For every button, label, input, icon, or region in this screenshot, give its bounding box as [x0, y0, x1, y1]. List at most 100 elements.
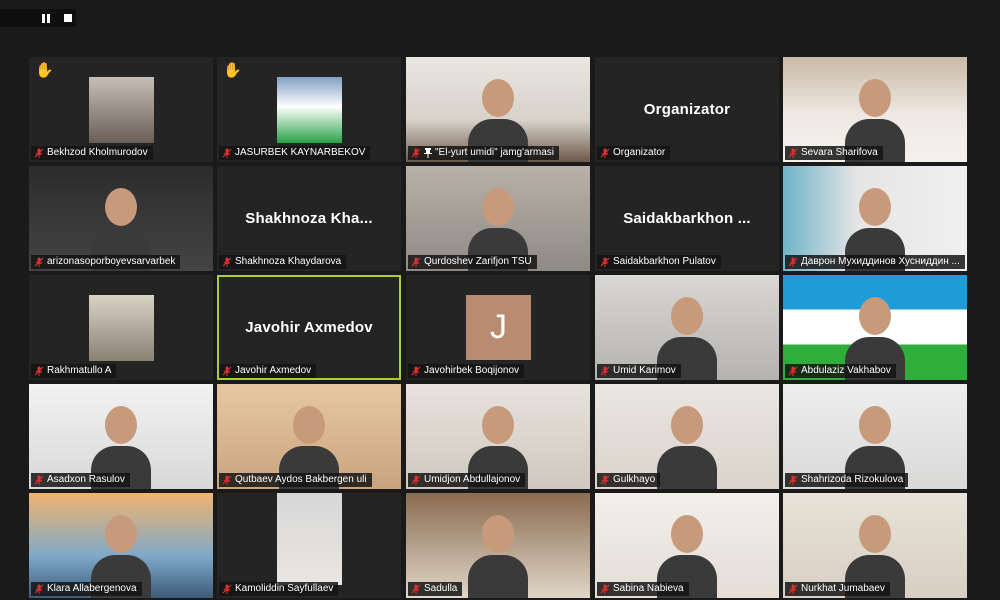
raised-hand-icon: ✋	[35, 62, 54, 79]
participant-name-label: arizonasoporboyevsarvarbek	[31, 255, 181, 269]
participant-name: Asadxon Rasulov	[47, 474, 125, 485]
participant-tile[interactable]: ✋ Bekhzod Kholmurodov	[29, 57, 213, 162]
muted-mic-icon	[222, 366, 232, 376]
muted-mic-icon	[34, 475, 44, 485]
participant-tile[interactable]: Gulkhayo	[595, 384, 779, 489]
muted-mic-icon	[600, 584, 610, 594]
participant-tile[interactable]: Nurkhat Jumabaev	[783, 493, 967, 598]
participant-tile[interactable]: Sabina Nabieva	[595, 493, 779, 598]
participant-name: Shakhnoza Khaydarova	[235, 256, 342, 267]
participant-name-label: "El-yurt umidi" jamg'armasi	[408, 146, 560, 160]
participant-name-label: Umid Karimov	[597, 364, 681, 378]
pause-icon[interactable]	[42, 14, 50, 23]
participant-tile[interactable]: Abdulaziz Vakhabov	[783, 275, 967, 380]
participant-name: Shahrizoda Rizokulova	[801, 474, 904, 485]
participant-name: Bekhzod Kholmurodov	[47, 147, 148, 158]
participant-tile[interactable]: "El-yurt umidi" jamg'armasi	[406, 57, 590, 162]
participant-name-label: Klara Allabergenova	[31, 582, 142, 596]
participant-name: "El-yurt umidi" jamg'armasi	[435, 147, 555, 158]
muted-mic-icon	[788, 584, 798, 594]
participant-name: Javohir Axmedov	[235, 365, 312, 376]
participant-tile[interactable]: Sevara Sharifova	[783, 57, 967, 162]
participant-gallery: ✋ Bekhzod Kholmurodov ✋ JASURBEK KAYNARBEKO…	[29, 57, 969, 600]
participant-name-label: Gulkhayo	[597, 473, 661, 487]
muted-mic-icon	[600, 148, 610, 158]
participant-tile[interactable]: Umid Karimov	[595, 275, 779, 380]
participant-video	[468, 515, 528, 598]
participant-video	[657, 406, 717, 489]
participant-tile[interactable]: Umidjon Abdullajonov	[406, 384, 590, 489]
muted-mic-icon	[222, 584, 232, 594]
muted-mic-icon	[600, 475, 610, 485]
pin-icon	[424, 148, 432, 158]
muted-mic-icon	[600, 257, 610, 267]
muted-mic-icon	[34, 257, 44, 267]
participant-name: Sabina Nabieva	[613, 583, 684, 594]
participant-tile[interactable]: Javohir Axmedov Javohir Axmedov	[217, 275, 401, 380]
profile-photo	[277, 493, 342, 585]
participant-tile[interactable]: Qurdoshev Zarifjon TSU	[406, 166, 590, 271]
recording-controls	[0, 9, 76, 27]
muted-mic-icon	[222, 475, 232, 485]
participant-name-label: Abdulaziz Vakhabov	[785, 364, 896, 378]
participant-tile[interactable]: Klara Allabergenova	[29, 493, 213, 598]
participant-name: Sevara Sharifova	[801, 147, 878, 158]
stop-icon[interactable]	[64, 14, 72, 22]
raised-hand-icon: ✋	[223, 62, 242, 79]
participant-tile[interactable]: J Javohirbek Boqijonov	[406, 275, 590, 380]
participant-name-label: Qutbaev Aydos Bakbergen uli	[219, 473, 372, 487]
profile-photo	[89, 295, 154, 361]
participant-name: Umidjon Abdullajonov	[424, 474, 521, 485]
participant-name: Qurdoshev Zarifjon TSU	[424, 256, 532, 267]
muted-mic-icon	[411, 257, 421, 267]
participant-name: Sadulla	[424, 583, 458, 594]
participant-name-label: Organizator	[597, 146, 671, 160]
participant-name-label: Umidjon Abdullajonov	[408, 473, 526, 487]
muted-mic-icon	[411, 475, 421, 485]
participant-tile[interactable]: Shakhnoza Kha... Shakhnoza Khaydarova	[217, 166, 401, 271]
muted-mic-icon	[788, 366, 798, 376]
participant-name: Kamoliddin Sayfullaev	[235, 583, 334, 594]
participant-name: Javohirbek Boqijonov	[424, 365, 520, 376]
participant-name: Даврон Мухиддинов Хусниддин ...	[801, 256, 960, 267]
participant-name: Rakhmatullo A	[47, 365, 112, 376]
profile-photo	[277, 77, 342, 143]
participant-name-label: Sadulla	[408, 582, 463, 596]
participant-name-label: Shahrizoda Rizokulova	[785, 473, 909, 487]
muted-mic-icon	[788, 148, 798, 158]
muted-mic-icon	[600, 366, 610, 376]
participant-name: Nurkhat Jumabaev	[801, 583, 885, 594]
participant-name: JASURBEK KAYNARBEKOV	[235, 147, 366, 158]
participant-tile[interactable]: Saidakbarkhon ... Saidakbarkhon Pulatov	[595, 166, 779, 271]
participant-tile[interactable]: Organizator Organizator	[595, 57, 779, 162]
participant-tile[interactable]: arizonasoporboyevsarvarbek	[29, 166, 213, 271]
muted-mic-icon	[411, 584, 421, 594]
participant-name-label: Shakhnoza Khaydarova	[219, 255, 347, 269]
participant-tile[interactable]: Asadxon Rasulov	[29, 384, 213, 489]
participant-name-label: Rakhmatullo A	[31, 364, 117, 378]
participant-name-label: Sevara Sharifova	[785, 146, 883, 160]
participant-name: Abdulaziz Vakhabov	[801, 365, 891, 376]
participant-tile[interactable]: Rakhmatullo A	[29, 275, 213, 380]
participant-name-label: Bekhzod Kholmurodov	[31, 146, 153, 160]
participant-name-label: Sabina Nabieva	[597, 582, 689, 596]
participant-name: Umid Karimov	[613, 365, 676, 376]
muted-mic-icon	[411, 148, 421, 158]
participant-tile[interactable]: Sadulla	[406, 493, 590, 598]
participant-name: Gulkhayo	[613, 474, 656, 485]
participant-tile[interactable]: Shahrizoda Rizokulova	[783, 384, 967, 489]
participant-name-label: Javohir Axmedov	[219, 364, 317, 378]
participant-tile[interactable]: Qutbaev Aydos Bakbergen uli	[217, 384, 401, 489]
participant-name-label: Даврон Мухиддинов Хусниддин ...	[785, 255, 965, 269]
muted-mic-icon	[411, 366, 421, 376]
participant-name-label: Qurdoshev Zarifjon TSU	[408, 255, 537, 269]
participant-tile[interactable]: Даврон Мухиддинов Хусниддин ...	[783, 166, 967, 271]
participant-tile[interactable]: ✋ JASURBEK KAYNARBEKOV	[217, 57, 401, 162]
profile-photo	[89, 77, 154, 143]
participant-name-label: Nurkhat Jumabaev	[785, 582, 890, 596]
participant-tile[interactable]: Kamoliddin Sayfullaev	[217, 493, 401, 598]
muted-mic-icon	[34, 584, 44, 594]
muted-mic-icon	[788, 475, 798, 485]
participant-avatar: J	[466, 295, 531, 360]
participant-name-label: Kamoliddin Sayfullaev	[219, 582, 339, 596]
